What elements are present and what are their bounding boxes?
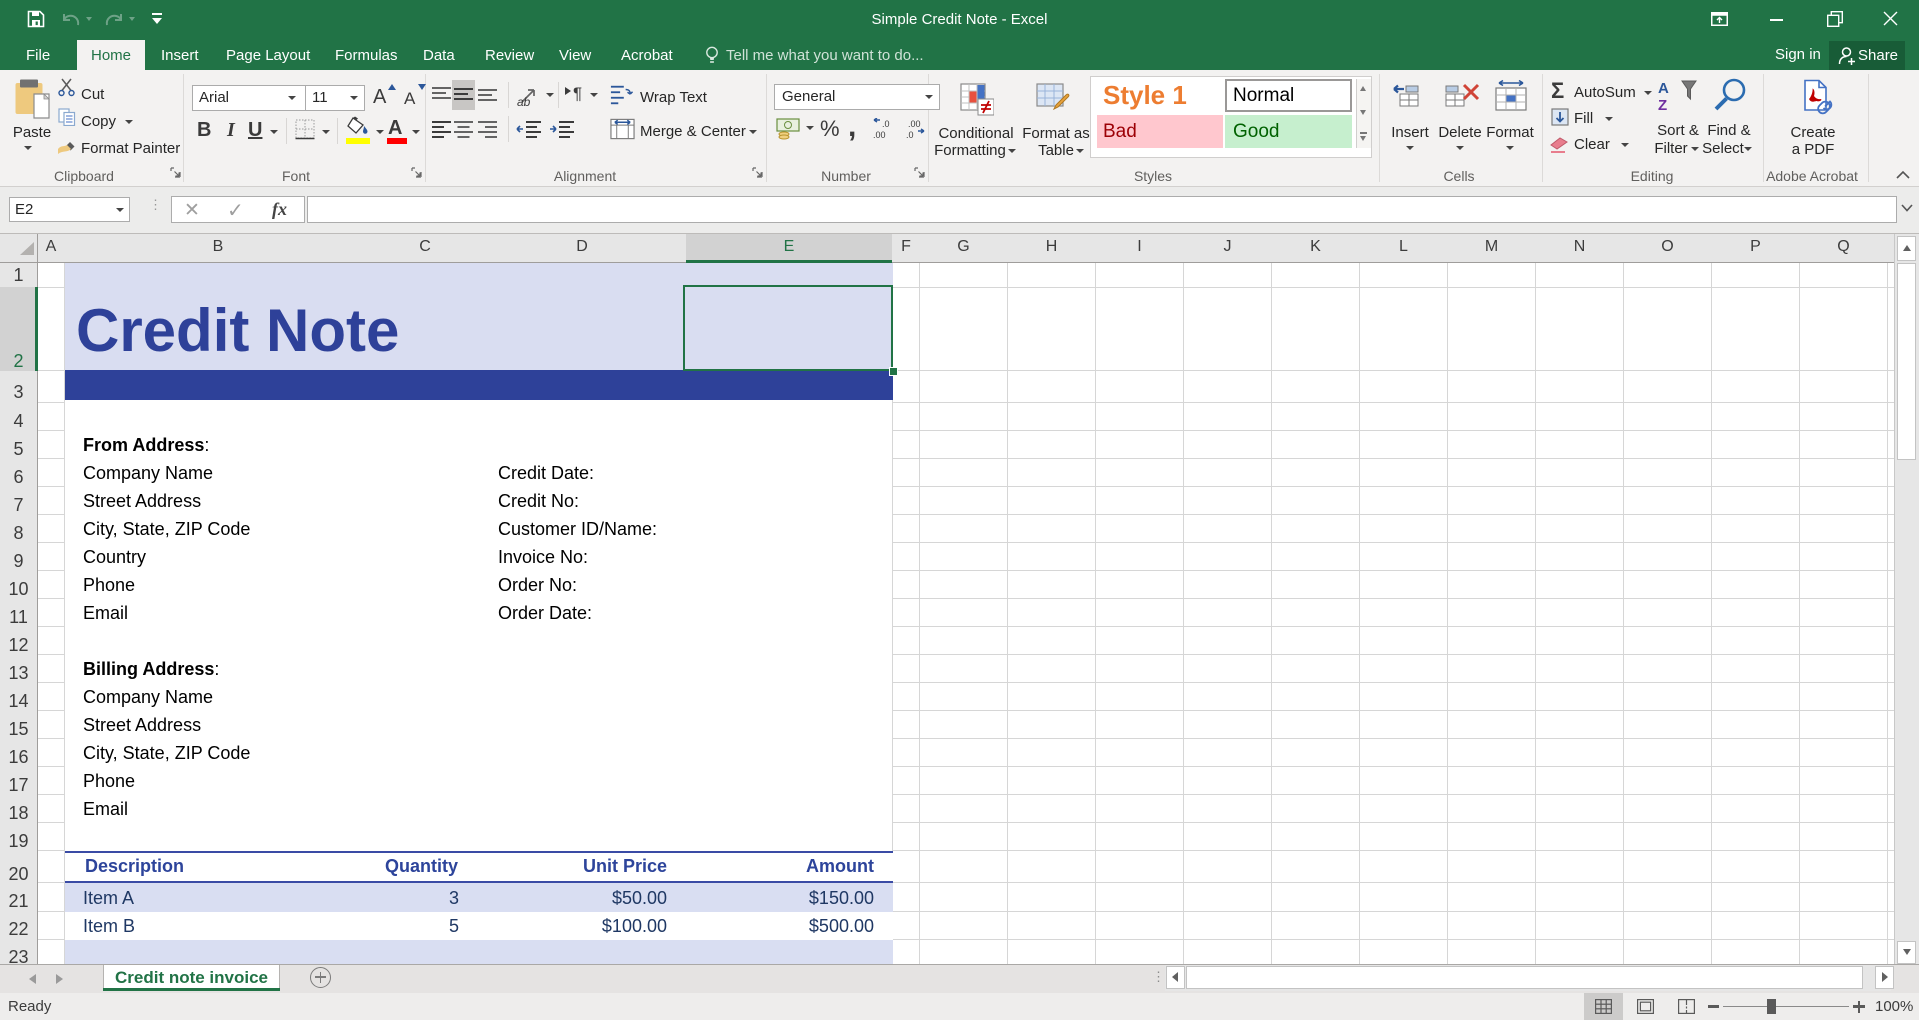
svg-text:.00: .00 bbox=[908, 119, 921, 129]
svg-text:A: A bbox=[1658, 80, 1669, 97]
svg-text:ab: ab bbox=[517, 95, 531, 108]
svg-text:.0: .0 bbox=[882, 119, 890, 129]
svg-text:.00: .00 bbox=[873, 130, 886, 140]
svg-text:.0: .0 bbox=[906, 130, 914, 140]
svg-text:Z: Z bbox=[1658, 97, 1667, 113]
